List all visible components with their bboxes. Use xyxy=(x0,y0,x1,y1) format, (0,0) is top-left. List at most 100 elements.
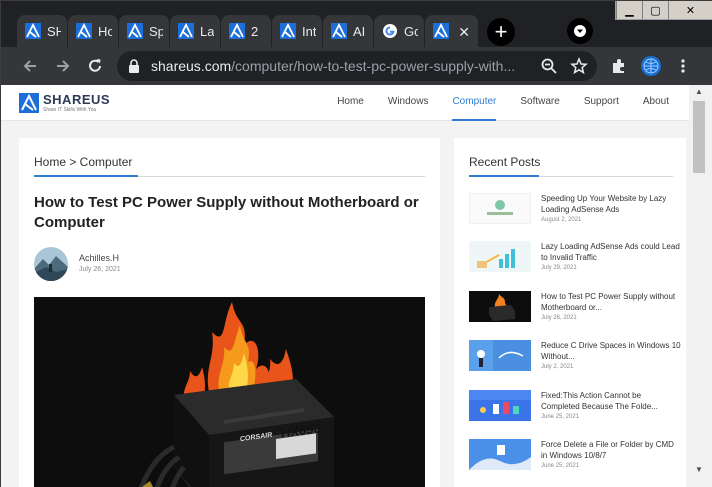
minimize-icon: ▁ xyxy=(625,4,634,17)
scroll-down-icon[interactable]: ▼ xyxy=(693,465,705,477)
breadcrumb[interactable]: Home > Computer xyxy=(34,155,132,169)
reload-button[interactable] xyxy=(84,55,106,77)
shareus-icon xyxy=(25,23,41,39)
shareus-icon xyxy=(229,23,245,39)
avatar-icon xyxy=(641,56,661,76)
list-item[interactable]: How to Test PC Power Supply without Moth… xyxy=(469,291,684,331)
post-title[interactable]: Force Delete a File or Folder by CMD in … xyxy=(541,439,681,461)
tab-4[interactable]: La xyxy=(170,15,221,47)
post-title[interactable]: Speeding Up Your Website by Lazy Loading… xyxy=(541,193,681,215)
tab-1[interactable]: SH xyxy=(17,15,68,47)
menu-button[interactable] xyxy=(672,55,694,77)
tab-strip: SH Ho Sp La 2 Int xyxy=(1,1,712,47)
avatar[interactable] xyxy=(34,247,68,281)
tab-2[interactable]: Ho xyxy=(68,15,119,47)
reload-icon xyxy=(89,59,101,72)
tab-label: 2 xyxy=(251,23,259,39)
shareus-icon xyxy=(76,23,92,39)
maximize-button[interactable]: ▢ xyxy=(642,1,668,19)
tab-label: Ho xyxy=(98,23,112,39)
shareus-icon xyxy=(127,23,143,39)
close-window-button[interactable]: ✕ xyxy=(668,1,712,19)
minimize-button[interactable]: ▁ xyxy=(616,1,642,19)
tab-label: La xyxy=(200,23,214,39)
tab-8[interactable]: Go xyxy=(374,15,425,47)
profile-button[interactable] xyxy=(640,55,662,77)
post-thumbnail[interactable] xyxy=(469,340,531,371)
list-item[interactable]: Fixed:This Action Cannot be Completed Be… xyxy=(469,390,684,430)
forward-button[interactable] xyxy=(52,55,74,77)
post-title[interactable]: Lazy Loading AdSense Ads could Lead to I… xyxy=(541,241,681,263)
thumbnail-image xyxy=(469,439,531,470)
post-date: July 29, 2021 xyxy=(541,265,577,271)
nav-about[interactable]: About xyxy=(643,85,669,121)
tab-label: AI xyxy=(353,23,366,39)
list-item[interactable]: Lazy Loading AdSense Ads could Lead to I… xyxy=(469,241,684,281)
lock-icon[interactable] xyxy=(127,58,141,74)
tab-5[interactable]: 2 xyxy=(221,15,272,47)
tab-label: Sp xyxy=(149,23,163,39)
post-title[interactable]: Fixed:This Action Cannot be Completed Be… xyxy=(541,390,681,412)
back-button[interactable] xyxy=(19,55,41,77)
post-thumbnail[interactable] xyxy=(469,439,531,470)
post-thumbnail[interactable] xyxy=(469,193,531,224)
tab-6[interactable]: Int xyxy=(272,15,323,47)
post-thumbnail[interactable] xyxy=(469,291,531,322)
bookmark-star-icon[interactable] xyxy=(570,57,588,75)
address-bar[interactable]: shareus.com/computer/how-to-test-pc-powe… xyxy=(117,51,597,81)
extensions-button[interactable] xyxy=(608,55,630,77)
url-text[interactable]: shareus.com/computer/how-to-test-pc-powe… xyxy=(151,58,527,74)
nav-software[interactable]: Software xyxy=(520,85,559,121)
tab-active[interactable]: ✕ xyxy=(425,15,479,47)
thumbnail-image xyxy=(469,340,531,371)
article-card: Home > Computer How to Test PC Power Sup… xyxy=(19,138,440,487)
url-domain: shareus.com xyxy=(151,58,232,74)
post-date: July 26, 2021 xyxy=(541,315,577,321)
post-title[interactable]: How to Test PC Power Supply without Moth… xyxy=(541,291,681,313)
tab-label: SH xyxy=(47,23,61,39)
browser-window: SH Ho Sp La 2 Int xyxy=(0,0,712,487)
zoom-icon[interactable] xyxy=(540,57,558,75)
tab-search-button[interactable] xyxy=(567,18,593,44)
shareus-logo-icon xyxy=(19,92,39,113)
hero-image: CORSAIR HX650 xyxy=(34,297,425,487)
post-thumbnail[interactable] xyxy=(469,390,531,421)
site-nav: Home Windows Computer Software Support A… xyxy=(313,85,669,121)
scroll-up-icon[interactable]: ▲ xyxy=(693,87,705,99)
back-arrow-icon xyxy=(23,60,36,72)
thumbnail-image xyxy=(469,291,531,322)
page-viewport: SHAREUS Share IT Skills With You Home Wi… xyxy=(1,85,712,487)
scrollbar-thumb[interactable] xyxy=(693,101,705,173)
author-name[interactable]: Achilles.H xyxy=(79,253,119,263)
nav-support[interactable]: Support xyxy=(584,85,619,121)
shareus-icon xyxy=(331,23,347,39)
shareus-icon xyxy=(280,23,296,39)
sidebar-divider xyxy=(469,175,673,177)
thumbnail-image xyxy=(469,241,531,272)
list-item[interactable]: Speeding Up Your Website by Lazy Loading… xyxy=(469,193,684,233)
nav-computer[interactable]: Computer xyxy=(452,85,497,121)
maximize-icon: ▢ xyxy=(650,4,661,17)
close-icon: ✕ xyxy=(685,4,696,17)
power-supply-fire-image xyxy=(34,297,425,487)
new-tab-button[interactable]: + xyxy=(487,18,515,46)
url-path: /computer/how-to-test-pc-power-supply-wi… xyxy=(231,58,516,74)
post-thumbnail[interactable] xyxy=(469,241,531,272)
chevron-down-icon xyxy=(574,25,586,37)
nav-windows[interactable]: Windows xyxy=(388,85,429,121)
tab-7[interactable]: AI xyxy=(323,15,374,47)
nav-home[interactable]: Home xyxy=(337,85,364,121)
page-scrollbar[interactable]: ▲ ▼ xyxy=(689,85,712,487)
list-item[interactable]: Force Delete a File or Folder by CMD in … xyxy=(469,439,684,479)
more-vert-icon xyxy=(681,59,685,73)
site-header: SHAREUS Share IT Skills With You Home Wi… xyxy=(1,85,689,121)
google-icon xyxy=(383,24,397,38)
close-tab-icon[interactable]: ✕ xyxy=(458,24,470,41)
logo-name: SHAREUS xyxy=(43,92,111,107)
site-logo[interactable]: SHAREUS Share IT Skills With You xyxy=(19,92,110,113)
post-title[interactable]: Reduce C Drive Spaces in Windows 10 With… xyxy=(541,340,681,362)
page-title: How to Test PC Power Supply without Moth… xyxy=(34,194,419,231)
tab-3[interactable]: Sp xyxy=(119,15,170,47)
logo-tagline: Share IT Skills With You xyxy=(43,107,97,113)
list-item[interactable]: Reduce C Drive Spaces in Windows 10 With… xyxy=(469,340,684,380)
